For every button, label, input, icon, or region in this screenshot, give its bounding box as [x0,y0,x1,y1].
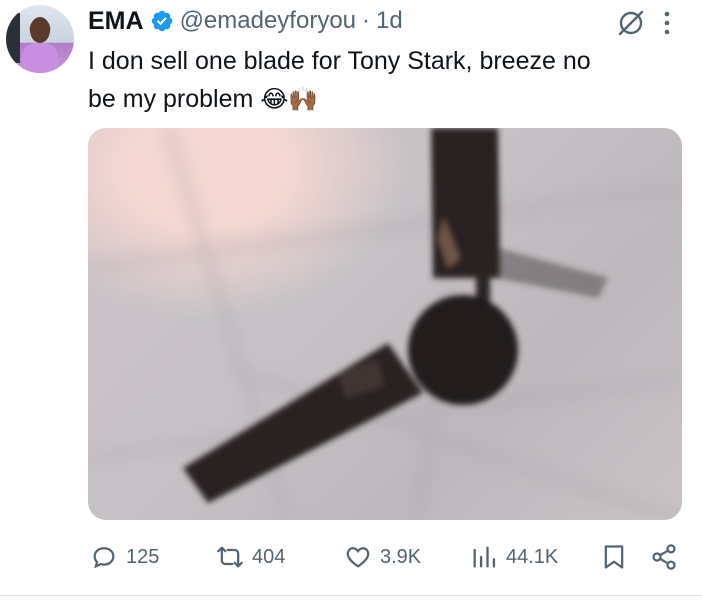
ceiling-fan-photo [88,128,682,520]
like-button[interactable]: 3.9K [344,538,421,576]
share-button[interactable] [650,538,678,576]
author-name[interactable]: EMA [88,7,144,36]
share-icon [652,544,676,570]
tweet-actions: 125 404 3.9K 44.1K [88,538,688,576]
emoji-group: 😂🙌🏾 [260,85,319,113]
tweet-text: I don sell one blade for Tony Stark, bre… [88,42,688,118]
separator-dot: · [362,7,371,34]
avatar[interactable] [6,5,74,73]
like-count: 3.9K [380,545,422,568]
tweet-text-line-2-text: be my problem [88,85,254,113]
avatar-face [30,17,50,43]
bookmark-button[interactable] [600,538,628,576]
repost-count: 404 [252,545,286,568]
views-chart-icon [473,546,496,568]
divider [0,595,702,596]
repost-button[interactable]: 404 [216,538,285,576]
reply-button[interactable]: 125 [90,538,159,576]
repost-icon [217,546,243,568]
more-options-icon[interactable] [660,8,674,38]
heart-icon [346,547,370,568]
tweet-text-line-2: be my problem 😂🙌🏾 [88,80,688,118]
avatar-shirt [22,43,58,73]
grok-icon[interactable] [616,8,646,38]
avatar-background [6,13,20,63]
tweet-text-line-1: I don sell one blade for Tony Stark, bre… [88,47,591,75]
reply-icon [93,547,115,569]
timestamp[interactable]: 1d [376,7,403,35]
views-button[interactable]: 44.1K [470,538,558,576]
reply-count: 125 [126,545,160,568]
view-count: 44.1K [506,545,559,568]
author-handle[interactable]: @emadeyforyou [180,7,356,35]
tweet-media-image[interactable] [88,128,682,520]
verified-badge-icon [151,10,172,32]
bookmark-icon [604,545,624,569]
tweet-header: EMA @emadeyforyou · 1d [88,4,403,38]
